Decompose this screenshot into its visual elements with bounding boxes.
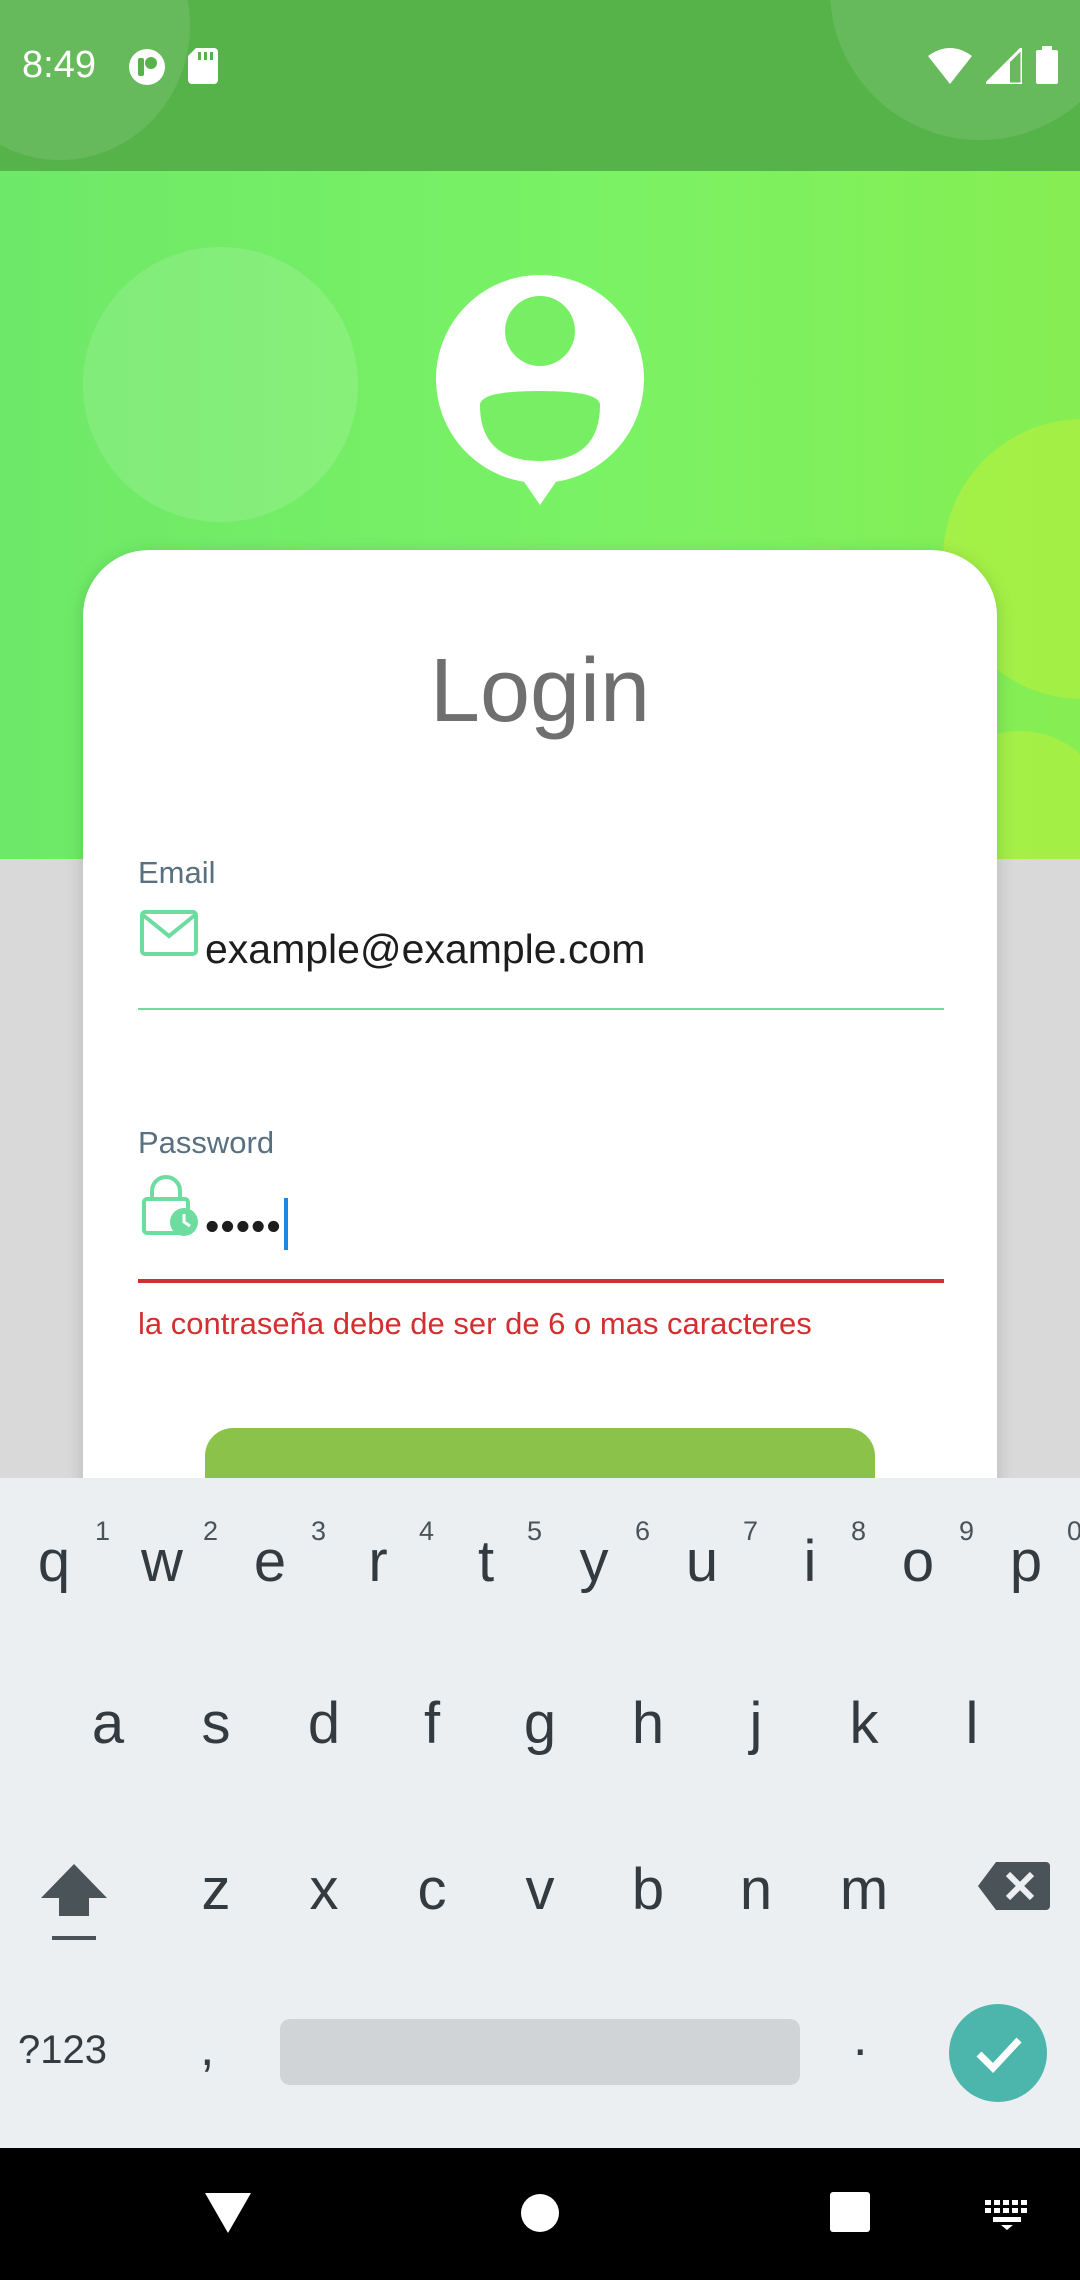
key-x[interactable]: x: [270, 1856, 378, 1956]
key-v[interactable]: v: [486, 1856, 594, 1956]
back-icon[interactable]: [205, 2189, 251, 2235]
enter-key[interactable]: [949, 2004, 1047, 2102]
password-label: Password: [138, 1125, 275, 1160]
key-k[interactable]: k: [810, 1690, 918, 1790]
key-s[interactable]: s: [162, 1690, 270, 1790]
key-p[interactable]: p0: [972, 1516, 1080, 1628]
key-a[interactable]: a: [54, 1690, 162, 1790]
period-key[interactable]: .: [853, 2008, 867, 2068]
shift-key[interactable]: [20, 1856, 128, 1956]
shift-icon: [41, 1864, 107, 1940]
key-f[interactable]: f: [378, 1690, 486, 1790]
password-underline: [138, 1279, 944, 1283]
mail-icon: [140, 910, 198, 961]
password-error: la contraseña debe de ser de 6 o mas car…: [138, 1306, 812, 1341]
key-l[interactable]: l: [918, 1690, 1026, 1790]
key-b[interactable]: b: [594, 1856, 702, 1956]
password-dots: •••••: [205, 1203, 282, 1249]
key-h[interactable]: h: [594, 1690, 702, 1790]
key-z[interactable]: z: [162, 1856, 270, 1956]
wifi-icon: [928, 48, 972, 84]
key-i[interactable]: i8: [756, 1516, 866, 1628]
home-icon[interactable]: [520, 2193, 560, 2233]
decorative-bubble: [83, 247, 358, 522]
backspace-key[interactable]: [960, 1856, 1068, 1956]
backspace-icon: [978, 1862, 1050, 1910]
key-c[interactable]: c: [378, 1856, 486, 1956]
email-label: Email: [138, 855, 216, 890]
key-g[interactable]: g: [486, 1690, 594, 1790]
email-underline: [138, 1008, 944, 1010]
password-field[interactable]: •••••: [205, 1198, 288, 1250]
check-icon: [976, 2037, 1022, 2074]
key-q[interactable]: q1: [0, 1516, 110, 1628]
status-time: 8:49: [22, 44, 96, 86]
key-o[interactable]: o9: [864, 1516, 974, 1628]
key-r[interactable]: r4: [324, 1516, 434, 1628]
key-e[interactable]: e3: [216, 1516, 326, 1628]
user-avatar-icon: [436, 275, 644, 505]
keyboard: q1 w2 e3 r4 t5 y6 u7 i8 o9 p0 a s d f g …: [0, 1478, 1080, 2148]
recents-icon[interactable]: [830, 2192, 870, 2232]
key-m[interactable]: m: [810, 1856, 918, 1956]
sd-card-icon: [188, 48, 218, 84]
keyboard-switch-icon[interactable]: [985, 2200, 1029, 2230]
email-field[interactable]: example@example.com: [205, 926, 645, 973]
key-n[interactable]: n: [702, 1856, 810, 1956]
key-t[interactable]: t5: [432, 1516, 542, 1628]
key-u[interactable]: u7: [648, 1516, 758, 1628]
text-cursor: [283, 1198, 288, 1250]
key-y[interactable]: y6: [540, 1516, 651, 1628]
lock-clock-icon: [140, 1175, 202, 1244]
navigation-bar: [0, 2148, 1080, 2280]
symbols-key[interactable]: ?123: [18, 2028, 107, 2073]
app-notification-icon: [129, 49, 165, 85]
space-key[interactable]: [280, 2019, 800, 2085]
status-bar: 8:49: [0, 0, 1080, 171]
page-title: Login: [429, 641, 651, 741]
cell-signal-icon: [986, 48, 1022, 84]
key-d[interactable]: d: [270, 1690, 378, 1790]
key-w[interactable]: w2: [108, 1516, 218, 1628]
battery-icon: [1036, 46, 1058, 84]
comma-key[interactable]: ,: [200, 2018, 214, 2078]
key-j[interactable]: j: [702, 1690, 810, 1790]
login-card: Login Email example@example.com Password…: [83, 550, 997, 1550]
